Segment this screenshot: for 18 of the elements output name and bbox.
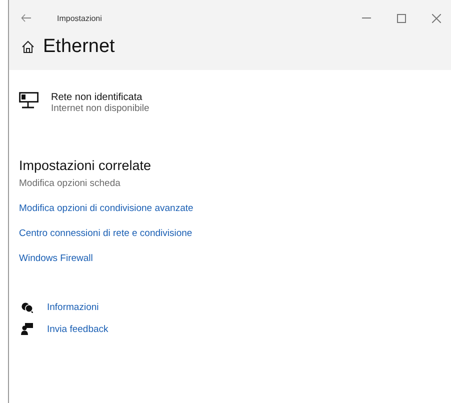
network-status: Internet non disponibile (51, 103, 150, 114)
section-heading: Impostazioni correlate (19, 158, 152, 173)
network-icon[interactable] (19, 92, 39, 110)
settings-link[interactable]: Centro connessioni di rete e condivisione (19, 228, 192, 239)
network-name[interactable]: Rete non identificata (51, 92, 150, 103)
help-chat-icon[interactable] (21, 302, 33, 313)
settings-link[interactable]: Modifica opzioni di condivisione avanzate (19, 203, 194, 214)
page-title: Ethernet (43, 36, 115, 58)
settings-link[interactable]: Windows Firewall (19, 253, 93, 264)
maximize-icon[interactable] (397, 14, 406, 22)
home-icon[interactable] (21, 40, 35, 54)
help-link[interactable]: Informazioni (47, 302, 99, 313)
window-title: Impostazioni (57, 14, 102, 22)
feedback-person-icon[interactable] (21, 323, 33, 335)
back-icon[interactable] (21, 14, 31, 22)
close-icon[interactable] (432, 14, 441, 22)
minimize-icon[interactable] (362, 17, 371, 19)
help-link[interactable]: Invia feedback (47, 324, 108, 334)
